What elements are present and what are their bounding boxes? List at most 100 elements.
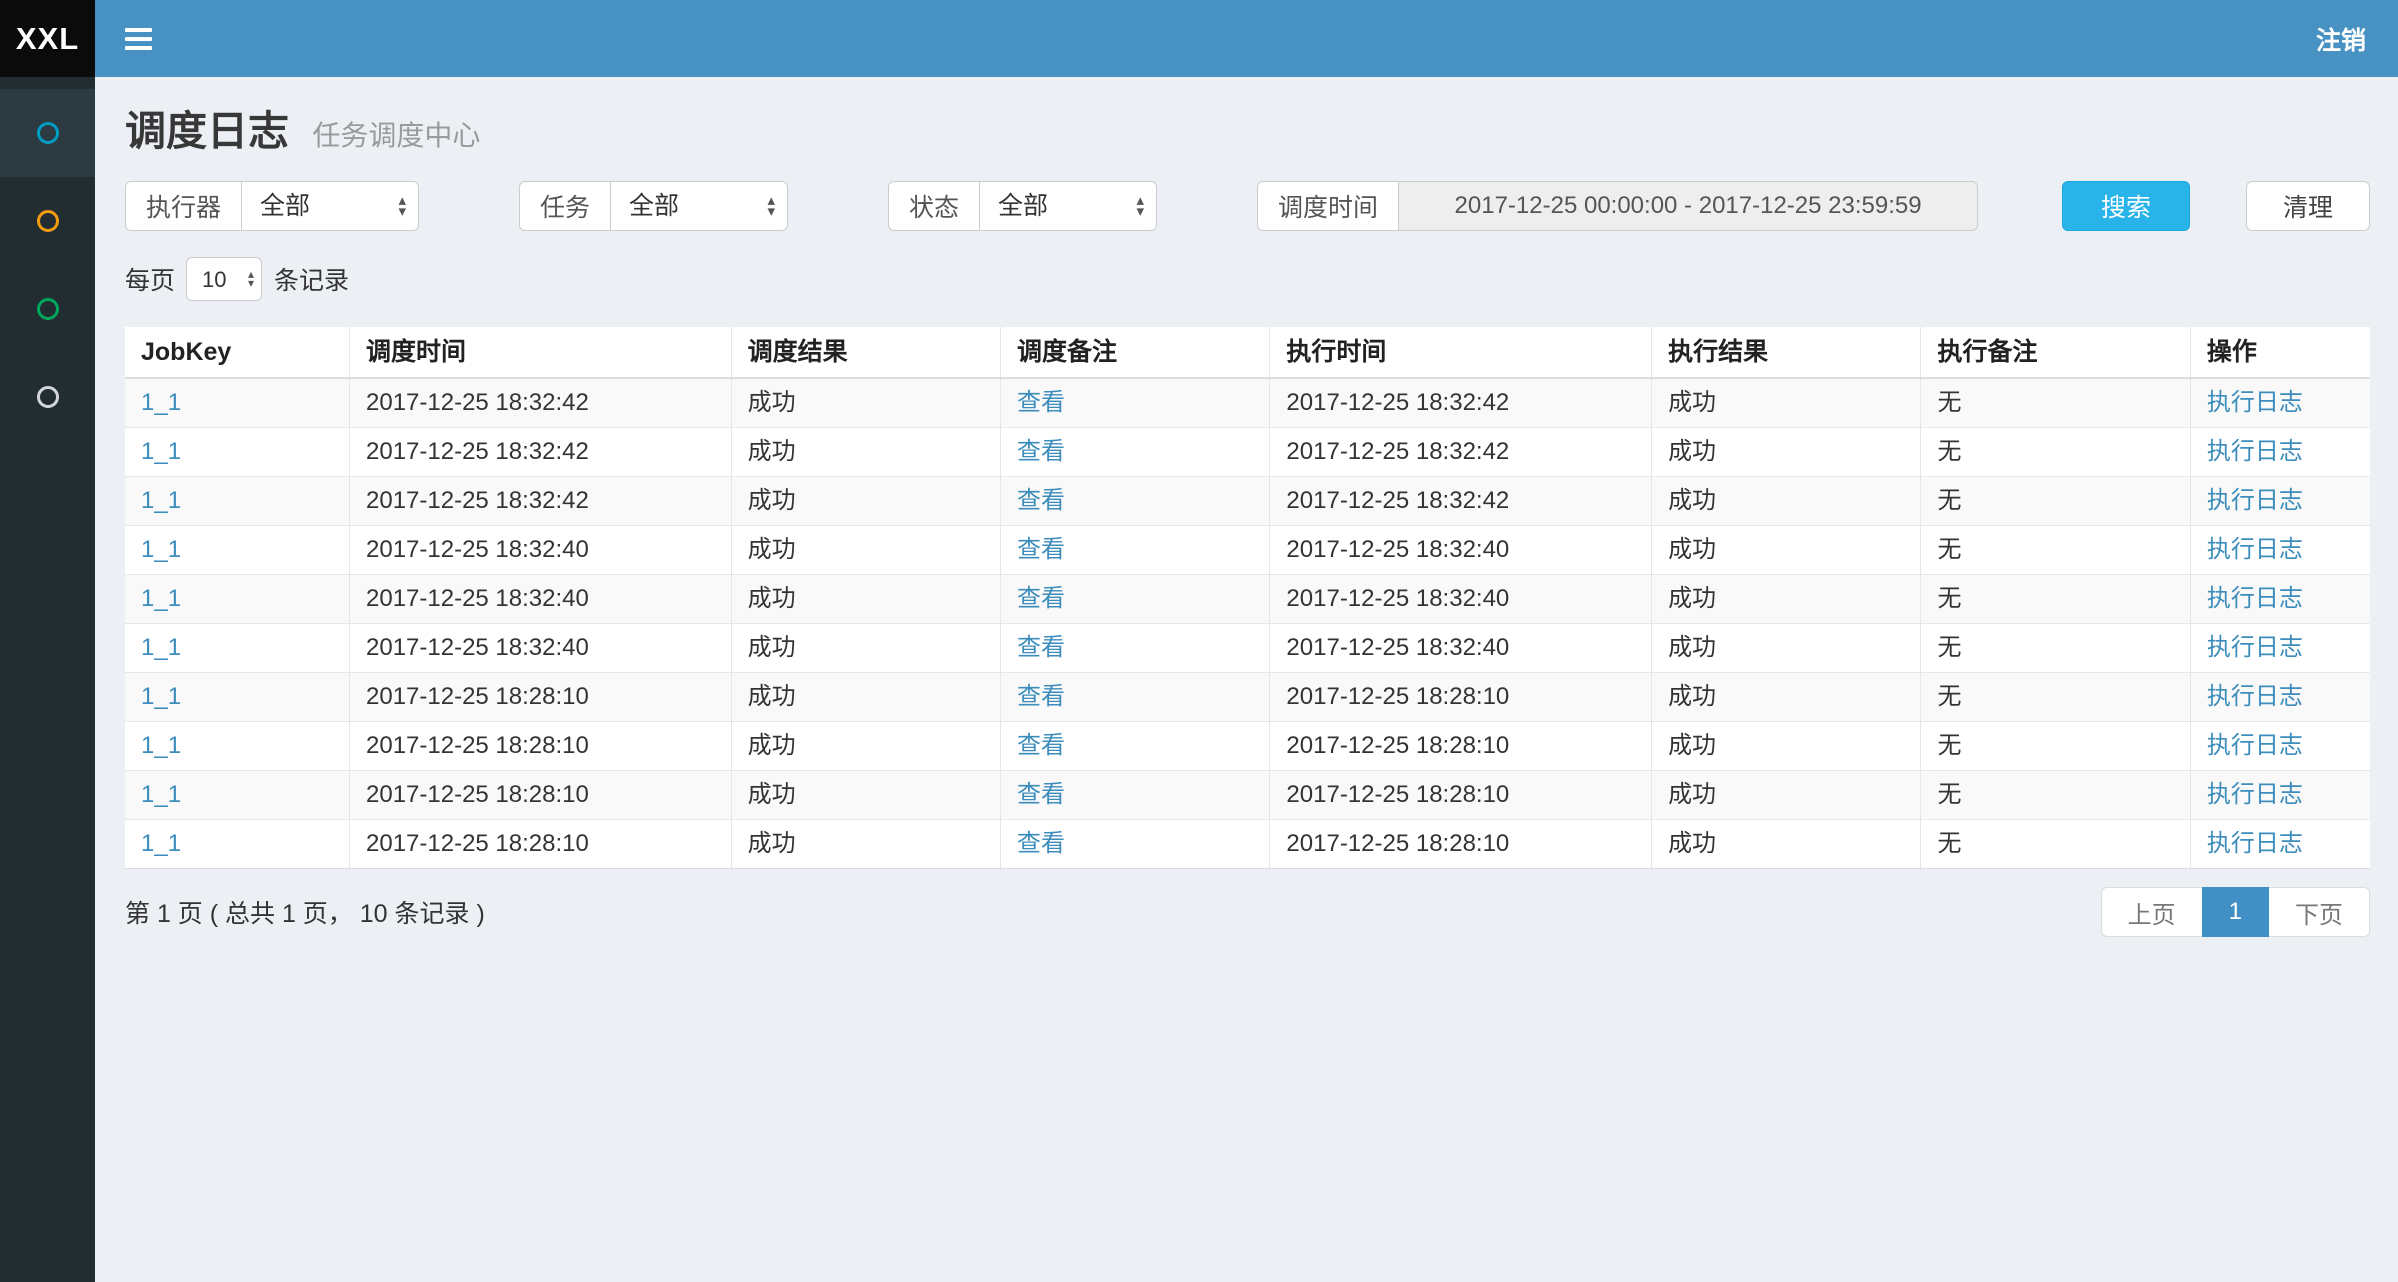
job-key-link[interactable]: 1_1: [141, 536, 181, 563]
execution-log-cell: 执行日志: [2190, 820, 2370, 869]
handle-time-cell: 2017-12-25 18:32:40: [1270, 624, 1652, 673]
top-navbar: 注销: [95, 0, 2398, 77]
handle-time-cell: 2017-12-25 18:32:40: [1270, 575, 1652, 624]
clear-button[interactable]: 清理: [2246, 181, 2370, 231]
search-button[interactable]: 搜索: [2062, 181, 2190, 231]
trigger-msg-link[interactable]: 查看: [1017, 438, 1065, 465]
circle-icon: [37, 298, 59, 320]
table-row: 1_12017-12-25 18:28:10成功查看2017-12-25 18:…: [125, 722, 2370, 771]
trigger-msg-link[interactable]: 查看: [1017, 585, 1065, 612]
trigger-time-cell: 2017-12-25 18:32:42: [350, 378, 732, 428]
job-key-link[interactable]: 1_1: [141, 389, 181, 416]
execution-log-link[interactable]: 执行日志: [2207, 487, 2303, 514]
execution-log-link[interactable]: 执行日志: [2207, 683, 2303, 710]
handle-result-cell: 成功: [1652, 722, 1921, 771]
handle-msg-cell: 无: [1921, 771, 2190, 820]
job-key-link[interactable]: 1_1: [141, 781, 181, 808]
handle-result-cell: 成功: [1652, 771, 1921, 820]
execution-log-cell: 执行日志: [2190, 428, 2370, 477]
handle-result-cell: 成功: [1652, 526, 1921, 575]
execution-log-link[interactable]: 执行日志: [2207, 585, 2303, 612]
trigger-msg-cell: 查看: [1001, 722, 1270, 771]
status-filter-group: 状态 全部 ▴▾: [888, 181, 1157, 231]
trigger-time-cell: 2017-12-25 18:28:10: [350, 820, 732, 869]
page-size-select[interactable]: 10: [186, 257, 262, 301]
table-row: 1_12017-12-25 18:32:42成功查看2017-12-25 18:…: [125, 378, 2370, 428]
job-key-link[interactable]: 1_1: [141, 634, 181, 661]
handle-result-cell: 成功: [1652, 624, 1921, 673]
handle-time-cell: 2017-12-25 18:28:10: [1270, 771, 1652, 820]
execution-log-link[interactable]: 执行日志: [2207, 830, 2303, 857]
job-filter-select[interactable]: 全部: [610, 181, 788, 231]
execution-log-cell: 执行日志: [2190, 722, 2370, 771]
status-filter-label: 状态: [888, 181, 980, 231]
trigger-msg-link[interactable]: 查看: [1017, 830, 1065, 857]
table-row: 1_12017-12-25 18:32:40成功查看2017-12-25 18:…: [125, 526, 2370, 575]
job-key-cell: 1_1: [125, 477, 350, 526]
page-subtitle: 任务调度中心: [312, 120, 480, 151]
column-header: 调度结果: [731, 327, 1000, 378]
app-root: XXL 注销 调度日志 任务调度中心 执行器 全部 ▴▾ 任务: [0, 0, 2398, 1282]
job-key-link[interactable]: 1_1: [141, 585, 181, 612]
handle-time-cell: 2017-12-25 18:28:10: [1270, 673, 1652, 722]
handle-msg-cell: 无: [1921, 820, 2190, 869]
sidebar-item-1[interactable]: [0, 89, 95, 177]
job-key-link[interactable]: 1_1: [141, 683, 181, 710]
column-header: 执行结果: [1652, 327, 1921, 378]
trigger-result-cell: 成功: [731, 477, 1000, 526]
table-row: 1_12017-12-25 18:32:42成功查看2017-12-25 18:…: [125, 477, 2370, 526]
job-key-link[interactable]: 1_1: [141, 732, 181, 759]
prev-page-button[interactable]: 上页: [2101, 887, 2203, 937]
executor-filter-select[interactable]: 全部: [241, 181, 419, 231]
trigger-msg-link[interactable]: 查看: [1017, 781, 1065, 808]
execution-log-link[interactable]: 执行日志: [2207, 732, 2303, 759]
handle-msg-cell: 无: [1921, 575, 2190, 624]
job-key-link[interactable]: 1_1: [141, 830, 181, 857]
logout-link[interactable]: 注销: [2316, 21, 2398, 57]
trigger-time-cell: 2017-12-25 18:32:42: [350, 477, 732, 526]
sidebar-item-2[interactable]: [0, 177, 95, 265]
dispatch-log-table: JobKey调度时间调度结果调度备注执行时间执行结果执行备注操作 1_1 2017…: [125, 327, 2370, 869]
page-size-suffix-label: 条记录: [274, 261, 349, 297]
table-row: 1_12017-12-25 18:28:10成功查看2017-12-25 18:…: [125, 820, 2370, 869]
executor-filter-group: 执行器 全部 ▴▾: [125, 181, 419, 231]
app-logo[interactable]: XXL: [0, 0, 95, 77]
trigger-msg-cell: 查看: [1001, 428, 1270, 477]
sidebar-toggle-button[interactable]: [95, 0, 152, 77]
trigger-msg-link[interactable]: 查看: [1017, 389, 1065, 416]
trigger-msg-cell: 查看: [1001, 771, 1270, 820]
table-footer: 第 1 页 ( 总共 1 页， 10 条记录 ) 上页 1 下页: [125, 887, 2370, 937]
main-content: 调度日志 任务调度中心 执行器 全部 ▴▾ 任务 全部 ▴▾ 状态: [95, 77, 2398, 1282]
page-title: 调度日志 任务调度中心: [125, 97, 2370, 157]
next-page-button[interactable]: 下页: [2268, 887, 2370, 937]
handle-msg-cell: 无: [1921, 477, 2190, 526]
trigger-time-filter-group: 调度时间: [1257, 181, 1978, 231]
execution-log-link[interactable]: 执行日志: [2207, 389, 2303, 416]
table-header-row: JobKey调度时间调度结果调度备注执行时间执行结果执行备注操作: [125, 327, 2370, 378]
column-header: JobKey: [125, 327, 350, 378]
execution-log-link[interactable]: 执行日志: [2207, 536, 2303, 563]
handle-time-cell: 2017-12-25 18:32:42: [1270, 378, 1652, 428]
sidebar-item-3[interactable]: [0, 265, 95, 353]
handle-msg-cell: 无: [1921, 673, 2190, 722]
handle-time-cell: 2017-12-25 18:28:10: [1270, 820, 1652, 869]
table-row: 1_12017-12-25 18:28:10成功查看2017-12-25 18:…: [125, 771, 2370, 820]
trigger-msg-link[interactable]: 查看: [1017, 536, 1065, 563]
trigger-msg-cell: 查看: [1001, 526, 1270, 575]
sidebar-item-4[interactable]: [0, 353, 95, 441]
execution-log-link[interactable]: 执行日志: [2207, 438, 2303, 465]
trigger-msg-link[interactable]: 查看: [1017, 487, 1065, 514]
current-page-button[interactable]: 1: [2202, 887, 2269, 937]
job-key-link[interactable]: 1_1: [141, 487, 181, 514]
job-key-link[interactable]: 1_1: [141, 438, 181, 465]
status-filter-select[interactable]: 全部: [979, 181, 1157, 231]
trigger-msg-link[interactable]: 查看: [1017, 634, 1065, 661]
execution-log-link[interactable]: 执行日志: [2207, 634, 2303, 661]
trigger-msg-link[interactable]: 查看: [1017, 732, 1065, 759]
handle-msg-cell: 无: [1921, 378, 2190, 428]
trigger-msg-link[interactable]: 查看: [1017, 683, 1065, 710]
pagination-summary: 第 1 页 ( 总共 1 页， 10 条记录 ): [125, 894, 485, 930]
circle-icon: [37, 386, 59, 408]
trigger-time-range-input[interactable]: [1398, 181, 1978, 231]
execution-log-link[interactable]: 执行日志: [2207, 781, 2303, 808]
